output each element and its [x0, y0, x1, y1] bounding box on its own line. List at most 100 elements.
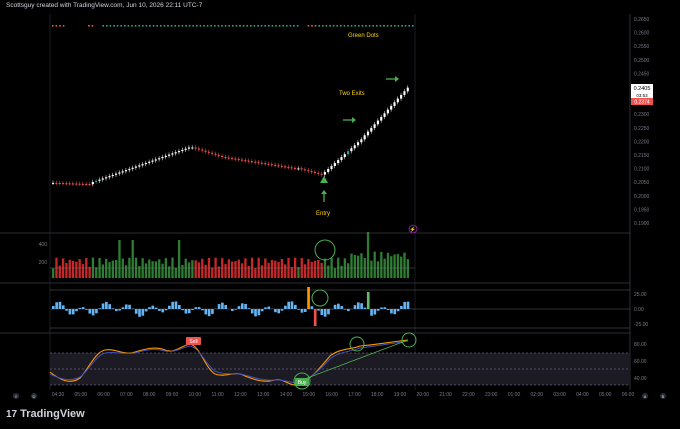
candle	[52, 182, 55, 184]
price-tick: 0.2000	[634, 194, 650, 200]
candle	[114, 173, 118, 175]
tradingview-logo[interactable]: 17 TradingView	[6, 408, 85, 420]
oscillator-bar	[124, 304, 128, 309]
volume-bar	[187, 262, 191, 278]
volume-bar	[148, 259, 151, 278]
volume-bar	[61, 258, 65, 278]
candle	[68, 183, 71, 185]
signal-dot	[188, 25, 191, 27]
candle	[131, 167, 134, 169]
candle	[313, 171, 317, 173]
volume-bar	[151, 261, 154, 278]
volume-bar	[75, 261, 78, 278]
countdown: 03:53	[636, 93, 648, 98]
time-tick: 21:00	[439, 392, 452, 398]
time-tick: 17:00	[348, 392, 361, 398]
signal-dot	[347, 25, 349, 27]
time-tick: 18:00	[371, 392, 384, 398]
oscillator-bar	[71, 309, 75, 315]
volume-bar	[356, 255, 360, 278]
oscillator-bar	[303, 309, 307, 312]
rsi-tick: 80.00	[634, 342, 647, 348]
oscillator-bar	[184, 309, 188, 314]
signal-dot	[293, 25, 295, 27]
candle	[293, 167, 297, 169]
trading-chart[interactable]: Sell Buy Green Dots Two Exits Entry ⚡ 0.…	[0, 0, 680, 399]
candle	[287, 166, 290, 168]
rsi-tick: 40.00	[634, 376, 647, 382]
candle	[297, 168, 300, 170]
oscillator-bar	[267, 306, 271, 309]
signal-dot	[289, 25, 292, 27]
candle	[154, 159, 157, 161]
signal-dot	[102, 25, 104, 27]
oscillator-bar	[194, 307, 198, 309]
volume-bar	[177, 240, 181, 278]
last-price: 0.2405	[634, 86, 651, 92]
oscillator-bar	[386, 309, 390, 311]
candle	[277, 165, 280, 167]
signal-dot	[278, 25, 281, 27]
price-tick: 0.2250	[634, 126, 650, 132]
signal-dot	[350, 25, 353, 27]
candle	[393, 102, 396, 106]
candle	[171, 153, 174, 155]
time-axis[interactable]: 04:30 05:00 06:00 07:00 08:00 09:00 10:00 11:00…	[52, 392, 635, 398]
candle	[55, 182, 58, 184]
volume-bar	[320, 262, 323, 278]
signal-dot	[404, 25, 407, 27]
candle	[128, 168, 131, 171]
volume-bar	[303, 264, 307, 278]
oscillator-bar	[376, 309, 380, 311]
candle	[257, 162, 260, 164]
oscillator-bar	[158, 309, 161, 311]
signal-dot	[232, 25, 234, 27]
price-axis[interactable]: 0.26500.26000.25500.25000.24500.24000.23…	[634, 17, 650, 227]
volume-bar	[370, 260, 373, 278]
signal-dot	[156, 25, 158, 27]
oscillator-bar	[250, 309, 254, 314]
osc-tick: 0.00	[634, 307, 644, 313]
oscillator-bar	[370, 309, 373, 316]
oscillator-bar	[317, 309, 320, 311]
volume-bar	[254, 268, 257, 278]
candle	[280, 165, 283, 167]
volume-bar	[65, 263, 68, 278]
oscillator-bar	[337, 303, 340, 309]
signal-dot	[282, 25, 284, 27]
volume-tick: 200	[39, 260, 48, 266]
candle	[350, 148, 353, 152]
candle	[376, 120, 380, 125]
time-tick: 12:00	[234, 392, 247, 398]
candle	[181, 149, 184, 152]
candle	[204, 150, 207, 152]
volume-bar	[105, 258, 108, 278]
candle	[214, 153, 217, 155]
entry-triangle-icon	[320, 176, 328, 183]
candle	[151, 160, 154, 162]
volume-bar	[191, 260, 194, 278]
arrow-up-icon	[321, 190, 327, 202]
buy-tag-label: Buy	[298, 380, 307, 386]
signal-dot	[354, 25, 356, 27]
signal-dot	[376, 25, 378, 27]
signal-dot	[145, 25, 148, 27]
candle	[234, 158, 237, 160]
oscillator-bar	[168, 305, 171, 309]
oscillator-bar	[257, 309, 261, 316]
signal-dot	[178, 25, 180, 27]
oscillator-bar	[224, 305, 228, 309]
volume-bar	[380, 251, 383, 278]
oscillator-bar	[197, 307, 201, 309]
signal-dot	[174, 25, 176, 27]
oscillator-bar	[274, 309, 277, 313]
candle	[61, 183, 65, 185]
volume-bar	[317, 259, 320, 278]
oscillator-bar	[128, 304, 131, 309]
volume-bar	[131, 240, 134, 278]
volume-bar	[224, 263, 227, 278]
oscillator-bar	[320, 309, 324, 315]
time-tick: 04:00	[576, 392, 589, 398]
oscillator-bar	[340, 306, 344, 309]
signal-dot	[228, 25, 230, 27]
